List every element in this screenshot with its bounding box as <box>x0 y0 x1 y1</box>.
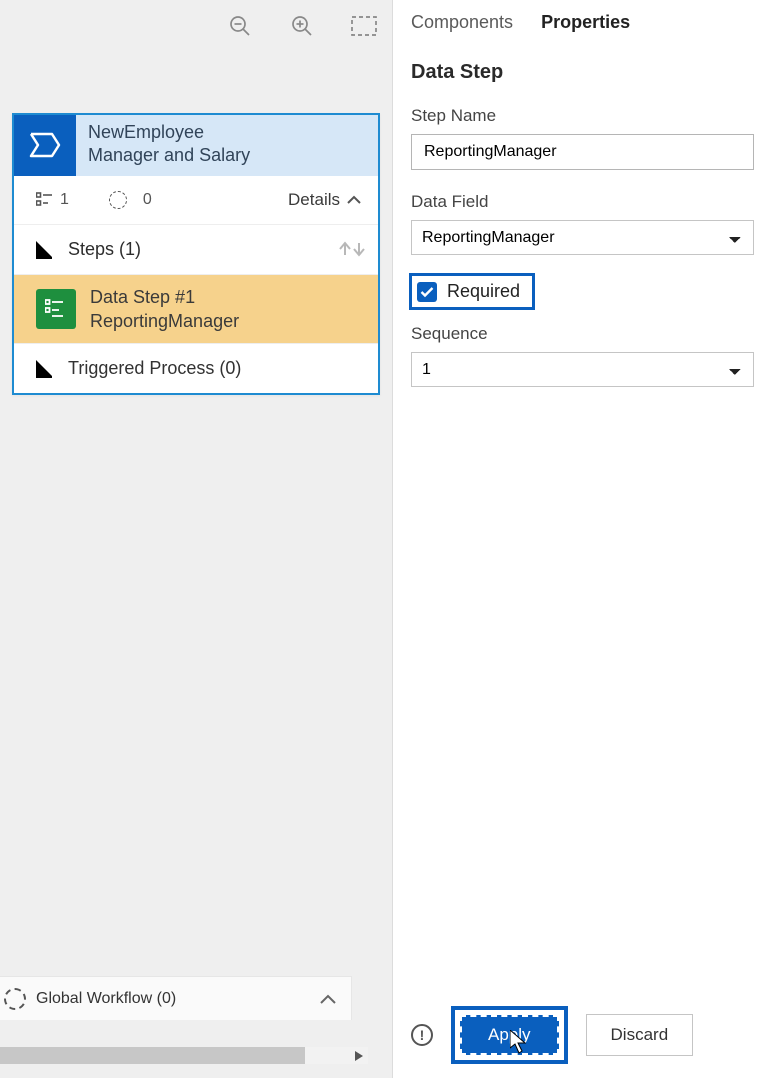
canvas-area: NewEmployee Manager and Salary 1 0 Detai… <box>0 0 392 1078</box>
sequence-select[interactable]: 1 <box>411 352 754 387</box>
horizontal-scrollbar[interactable] <box>0 1047 368 1064</box>
triangle-icon <box>36 241 54 259</box>
stage-chevron-icon <box>14 115 76 176</box>
spinner-icon <box>4 988 26 1010</box>
spinner-icon <box>109 191 127 209</box>
triggered-section[interactable]: Triggered Process (0) <box>14 344 378 393</box>
apply-highlight: Apply <box>451 1006 568 1064</box>
data-field-label: Data Field <box>411 192 754 212</box>
stage-title-line2: Manager and Salary <box>88 144 250 167</box>
tab-components[interactable]: Components <box>411 12 513 33</box>
zoom-in-icon[interactable] <box>288 12 316 40</box>
data-step-icon <box>36 289 76 329</box>
data-step-row[interactable]: Data Step #1 ReportingManager <box>14 275 378 345</box>
apply-button[interactable]: Apply <box>460 1015 559 1055</box>
check-icon <box>420 286 434 298</box>
required-label: Required <box>447 281 520 302</box>
step-name-input[interactable] <box>411 134 754 170</box>
steps-section[interactable]: Steps (1) <box>14 225 378 275</box>
sequence-label: Sequence <box>411 324 754 344</box>
panel-tabs: Components Properties <box>411 8 754 49</box>
stage-card[interactable]: NewEmployee Manager and Salary 1 0 Detai… <box>12 113 380 395</box>
stage-title: NewEmployee Manager and Salary <box>76 115 262 176</box>
panel-footer: ! Apply Discard <box>411 994 754 1064</box>
required-checkbox[interactable] <box>417 282 437 302</box>
stage-meta: 1 0 Details <box>14 176 378 225</box>
chevron-up-icon <box>346 194 362 206</box>
canvas-toolbar <box>226 12 378 40</box>
scroll-right-icon[interactable] <box>350 1047 368 1064</box>
chevron-up-icon[interactable] <box>319 992 337 1006</box>
scrollbar-thumb[interactable] <box>0 1047 305 1064</box>
tab-properties[interactable]: Properties <box>541 12 630 33</box>
properties-panel: Components Properties Data Step Step Nam… <box>392 0 772 1078</box>
panel-title: Data Step <box>411 61 754 84</box>
step-name-label: Step Name <box>411 106 754 126</box>
stage-header[interactable]: NewEmployee Manager and Salary <box>14 115 378 176</box>
required-checkbox-row[interactable]: Required <box>409 273 535 310</box>
triangle-icon <box>36 360 54 378</box>
zoom-out-icon[interactable] <box>226 12 254 40</box>
steps-label: Steps (1) <box>68 239 141 260</box>
global-workflow-bar[interactable]: Global Workflow (0) <box>0 976 352 1020</box>
triggered-count: 0 <box>109 191 152 209</box>
list-icon <box>36 192 54 208</box>
sort-arrows-icon[interactable] <box>338 240 366 258</box>
data-field-select[interactable]: ReportingManager <box>411 220 754 255</box>
stage-title-line1: NewEmployee <box>88 121 250 144</box>
data-step-text: Data Step #1 ReportingManager <box>90 285 239 334</box>
info-icon[interactable]: ! <box>411 1024 433 1046</box>
details-toggle[interactable]: Details <box>288 190 362 210</box>
fit-screen-icon[interactable] <box>350 12 378 40</box>
steps-count: 1 <box>36 191 69 209</box>
discard-button[interactable]: Discard <box>586 1014 694 1056</box>
